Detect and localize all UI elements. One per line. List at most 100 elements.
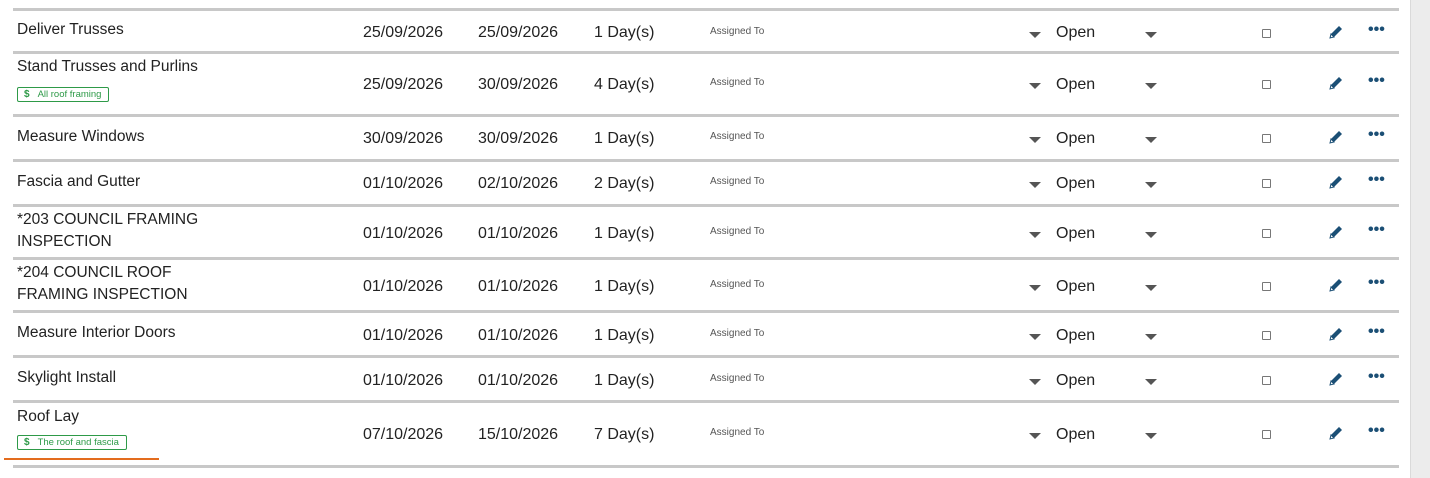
status-dropdown-icon[interactable] [1145, 433, 1157, 439]
start-date[interactable]: 01/10/2026 [363, 225, 443, 243]
row-checkbox[interactable] [1262, 29, 1271, 38]
task-name[interactable]: Skylight Install [17, 367, 247, 389]
status-select[interactable]: Open [1056, 76, 1095, 94]
end-date[interactable]: 01/10/2026 [478, 278, 558, 296]
more-options-icon[interactable]: ••• [1368, 275, 1385, 291]
row-checkbox[interactable] [1262, 134, 1271, 143]
assigned-dropdown-icon[interactable] [1029, 433, 1041, 439]
assigned-dropdown-icon[interactable] [1029, 83, 1041, 89]
start-date[interactable]: 01/10/2026 [363, 327, 443, 345]
pencil-icon[interactable] [1327, 128, 1345, 146]
status-dropdown-icon[interactable] [1145, 32, 1157, 38]
status-select[interactable]: Open [1056, 372, 1095, 390]
pencil-icon[interactable] [1327, 23, 1345, 41]
status-dropdown-icon[interactable] [1145, 232, 1157, 238]
status-select[interactable]: Open [1056, 130, 1095, 148]
status-select[interactable]: Open [1056, 24, 1095, 42]
task-name[interactable]: Measure Interior Doors [17, 322, 247, 344]
assigned-dropdown-icon[interactable] [1029, 379, 1041, 385]
status-dropdown-icon[interactable] [1145, 379, 1157, 385]
status-dropdown-icon[interactable] [1145, 137, 1157, 143]
status-dropdown-icon[interactable] [1145, 83, 1157, 89]
end-date[interactable]: 01/10/2026 [478, 372, 558, 390]
status-select[interactable]: Open [1056, 278, 1095, 296]
assigned-to-select[interactable]: Assigned To [710, 131, 764, 142]
assigned-to-select[interactable]: Assigned To [710, 176, 764, 187]
more-options-icon[interactable]: ••• [1368, 324, 1385, 340]
assigned-to-select[interactable]: Assigned To [710, 26, 764, 37]
end-date[interactable]: 15/10/2026 [478, 426, 558, 444]
row-checkbox[interactable] [1262, 430, 1271, 439]
end-date[interactable]: 30/09/2026 [478, 76, 558, 94]
row-checkbox[interactable] [1262, 80, 1271, 89]
table-row: *203 COUNCIL FRAMING INSPECTION 01/10/20… [13, 207, 1399, 260]
table-row: Roof Lay $ The roof and fascia 07/10/2026… [13, 403, 1399, 468]
assigned-dropdown-icon[interactable] [1029, 182, 1041, 188]
duration: 4 Day(s) [594, 76, 655, 93]
task-name[interactable]: Deliver Trusses [17, 19, 247, 41]
more-options-icon[interactable]: ••• [1368, 369, 1385, 385]
cost-tag[interactable]: $ The roof and fascia [17, 435, 127, 450]
assigned-to-select[interactable]: Assigned To [710, 427, 764, 438]
end-date[interactable]: 25/09/2026 [478, 24, 558, 42]
start-date[interactable]: 30/09/2026 [363, 130, 443, 148]
end-date[interactable]: 01/10/2026 [478, 327, 558, 345]
status-dropdown-icon[interactable] [1145, 182, 1157, 188]
table-row: Measure Interior Doors 01/10/2026 01/10/… [13, 313, 1399, 358]
pencil-icon[interactable] [1327, 74, 1345, 92]
assigned-to-select[interactable]: Assigned To [710, 373, 764, 384]
assigned-dropdown-icon[interactable] [1029, 334, 1041, 340]
pencil-icon[interactable] [1327, 325, 1345, 343]
end-date[interactable]: 30/09/2026 [478, 130, 558, 148]
more-options-icon[interactable]: ••• [1368, 423, 1385, 439]
pencil-icon[interactable] [1327, 370, 1345, 388]
start-date[interactable]: 07/10/2026 [363, 426, 443, 444]
duration: 2 Day(s) [594, 175, 655, 192]
end-date[interactable]: 02/10/2026 [478, 175, 558, 193]
more-options-icon[interactable]: ••• [1368, 222, 1385, 238]
task-name[interactable]: Stand Trusses and Purlins [17, 56, 247, 78]
assigned-dropdown-icon[interactable] [1029, 285, 1041, 291]
pencil-icon[interactable] [1327, 173, 1345, 191]
pencil-icon[interactable] [1327, 223, 1345, 241]
row-checkbox[interactable] [1262, 376, 1271, 385]
task-name[interactable]: Measure Windows [17, 126, 247, 148]
status-select[interactable]: Open [1056, 175, 1095, 193]
duration: 1 Day(s) [594, 278, 655, 295]
pencil-icon[interactable] [1327, 424, 1345, 442]
assigned-dropdown-icon[interactable] [1029, 137, 1041, 143]
start-date[interactable]: 01/10/2026 [363, 175, 443, 193]
more-options-icon[interactable]: ••• [1368, 127, 1385, 143]
status-select[interactable]: Open [1056, 225, 1095, 243]
task-name[interactable]: *203 COUNCIL FRAMING INSPECTION [17, 209, 247, 253]
start-date[interactable]: 25/09/2026 [363, 76, 443, 94]
status-dropdown-icon[interactable] [1145, 334, 1157, 340]
start-date[interactable]: 25/09/2026 [363, 24, 443, 42]
status-dropdown-icon[interactable] [1145, 285, 1157, 291]
task-name[interactable]: Fascia and Gutter [17, 171, 247, 193]
start-date[interactable]: 01/10/2026 [363, 278, 443, 296]
assigned-to-select[interactable]: Assigned To [710, 226, 764, 237]
row-checkbox[interactable] [1262, 179, 1271, 188]
cost-tag[interactable]: $ All roof framing [17, 87, 110, 102]
more-options-icon[interactable]: ••• [1368, 22, 1385, 38]
assigned-to-select[interactable]: Assigned To [710, 77, 764, 88]
row-checkbox[interactable] [1262, 282, 1271, 291]
status-select[interactable]: Open [1056, 426, 1095, 444]
start-date[interactable]: 01/10/2026 [363, 372, 443, 390]
status-select[interactable]: Open [1056, 327, 1095, 345]
task-name[interactable]: Roof Lay [17, 406, 247, 428]
more-options-icon[interactable]: ••• [1368, 73, 1385, 89]
assigned-to-select[interactable]: Assigned To [710, 328, 764, 339]
assigned-dropdown-icon[interactable] [1029, 32, 1041, 38]
end-date[interactable]: 01/10/2026 [478, 225, 558, 243]
row-checkbox[interactable] [1262, 331, 1271, 340]
assigned-dropdown-icon[interactable] [1029, 232, 1041, 238]
assigned-to-select[interactable]: Assigned To [710, 279, 764, 290]
duration: 7 Day(s) [594, 426, 655, 443]
vertical-scrollbar[interactable] [1410, 0, 1430, 478]
more-options-icon[interactable]: ••• [1368, 172, 1385, 188]
pencil-icon[interactable] [1327, 276, 1345, 294]
task-name[interactable]: *204 COUNCIL ROOF FRAMING INSPECTION [17, 262, 247, 306]
row-checkbox[interactable] [1262, 229, 1271, 238]
